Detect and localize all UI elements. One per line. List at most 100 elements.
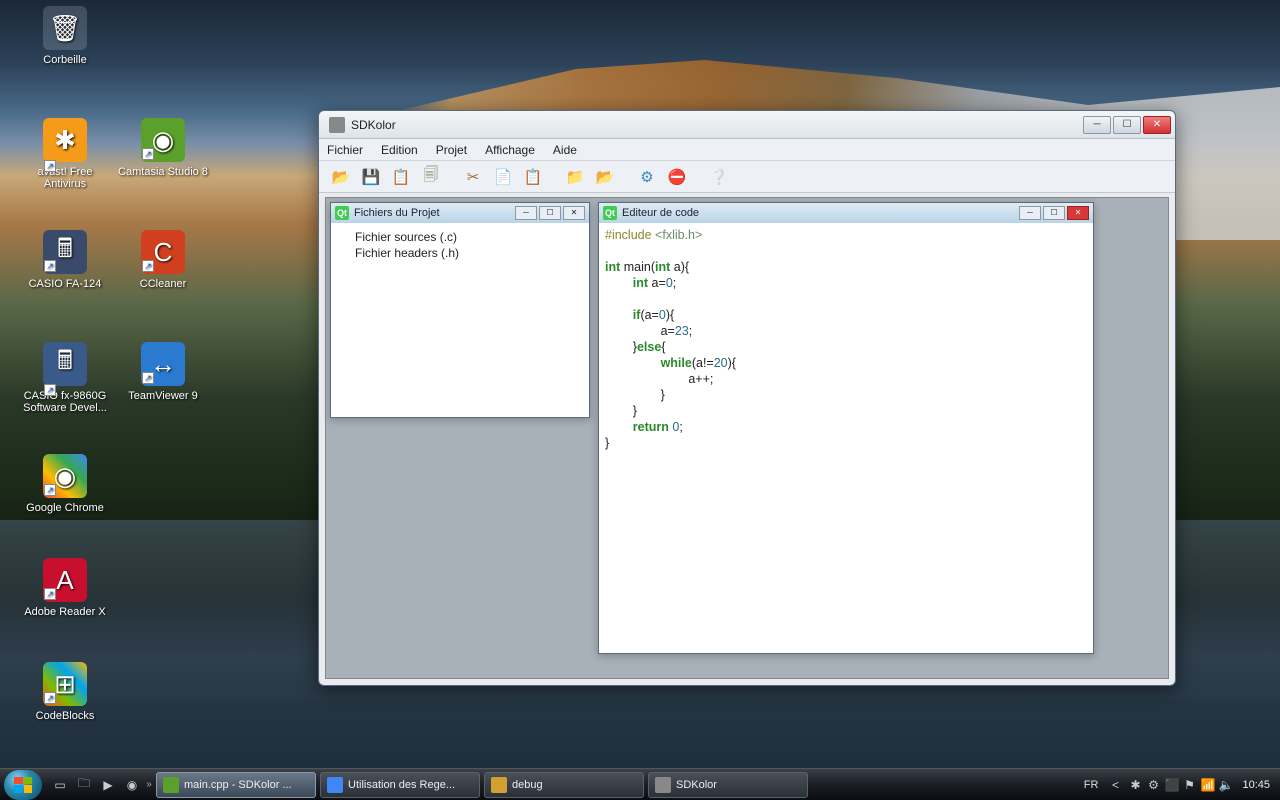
menu-fichier[interactable]: Fichier — [327, 143, 363, 157]
tray-icon-0[interactable]: ✱ — [1128, 778, 1142, 792]
desktop-icon-label: CodeBlocks — [20, 710, 110, 722]
shortcut-arrow-icon: ↗ — [142, 148, 154, 160]
desktop-icon-camtasia-studio-8[interactable]: ◉↗Camtasia Studio 8 — [118, 118, 208, 178]
menu-projet[interactable]: Projet — [436, 143, 467, 157]
menubar: Fichier Edition Projet Affichage Aide — [319, 139, 1175, 161]
desktop-icon-teamviewer-9[interactable]: ↔↗TeamViewer 9 — [118, 342, 208, 402]
taskbar-task-utilisation-des-rege[interactable]: Utilisation des Rege... — [320, 772, 480, 798]
task-label: debug — [512, 779, 543, 791]
app-icon: ✱ — [43, 118, 87, 162]
task-icon — [491, 777, 507, 793]
mdi-area: Qt Fichiers du Projet ─ ☐ ✕ Fichier sour… — [325, 197, 1169, 679]
language-indicator[interactable]: FR — [1084, 779, 1099, 791]
shortcut-arrow-icon: ↗ — [44, 588, 56, 600]
tray-icon-5[interactable]: 🔈 — [1218, 778, 1232, 792]
desktop-icon-codeblocks[interactable]: ⊞↗CodeBlocks — [20, 662, 110, 722]
editor-maximize-button[interactable]: ☐ — [1043, 206, 1065, 220]
quicklaunch-expand[interactable]: » — [144, 779, 154, 790]
cut-icon[interactable]: ✂ — [461, 165, 485, 189]
copy-icon[interactable]: 📄 — [491, 165, 515, 189]
clock[interactable]: 10:45 — [1242, 779, 1270, 791]
code-editor[interactable]: #include <fxlib.h> int main(int a){ int … — [599, 223, 1093, 455]
tray-expand-icon[interactable]: < — [1108, 778, 1122, 792]
app-icon — [329, 117, 345, 133]
menu-affichage[interactable]: Affichage — [485, 143, 535, 157]
tray-icon-4[interactable]: 📶 — [1200, 778, 1214, 792]
media-player-icon[interactable]: ▶ — [98, 775, 118, 795]
folder-add-icon[interactable]: 📁 — [563, 165, 587, 189]
desktop-icon-label: avast! Free Antivirus — [20, 166, 110, 190]
tray-icon-1[interactable]: ⚙ — [1146, 778, 1160, 792]
desktop-icon-label: CASIO fx-9860G Software Devel... — [20, 390, 110, 414]
system-tray: FR < ✱ ⚙ ⬛ ⚑ 📶 🔈 10:45 — [1084, 778, 1276, 792]
project-close-button[interactable]: ✕ — [563, 206, 585, 220]
project-panel-titlebar[interactable]: Qt Fichiers du Projet ─ ☐ ✕ — [331, 203, 589, 223]
desktop-icon-adobe-reader-x[interactable]: A↗Adobe Reader X — [20, 558, 110, 618]
task-label: main.cpp - SDKolor ... — [184, 779, 292, 791]
project-maximize-button[interactable]: ☐ — [539, 206, 561, 220]
close-button[interactable]: ✕ — [1143, 116, 1171, 134]
app-icon: 🗑 — [43, 6, 87, 50]
tray-icon-2[interactable]: ⬛ — [1164, 778, 1178, 792]
start-button[interactable] — [4, 770, 42, 800]
desktop-icon-label: Adobe Reader X — [20, 606, 110, 618]
desktop-icon-label: Corbeille — [20, 54, 110, 66]
desktop-icon-label: TeamViewer 9 — [118, 390, 208, 402]
tree-item-sources[interactable]: Fichier sources (.c) — [341, 229, 579, 245]
editor-close-button[interactable]: ✕ — [1067, 206, 1089, 220]
desktop-icon-avast-free-antivirus[interactable]: ✱↗avast! Free Antivirus — [20, 118, 110, 190]
task-label: Utilisation des Rege... — [348, 779, 455, 791]
desktop[interactable]: 🗑Corbeille✱↗avast! Free Antivirus◉↗Camta… — [0, 0, 1280, 800]
desktop-icon-casio-fa-124[interactable]: 🖩↗CASIO FA-124 — [20, 230, 110, 290]
qt-icon: Qt — [603, 206, 617, 220]
desktop-icon-corbeille[interactable]: 🗑 Corbeille — [20, 6, 110, 66]
editor-panel-titlebar[interactable]: Qt Editeur de code ─ ☐ ✕ — [599, 203, 1093, 223]
shortcut-arrow-icon: ↗ — [44, 260, 56, 272]
project-panel-title: Fichiers du Projet — [354, 207, 515, 219]
shortcut-arrow-icon: ↗ — [44, 384, 56, 396]
taskbar-task-sdkolor[interactable]: SDKolor — [648, 772, 808, 798]
desktop-icon-google-chrome[interactable]: ◉↗Google Chrome — [20, 454, 110, 514]
explorer-icon[interactable]: 🗀 — [74, 775, 94, 795]
gear-icon[interactable]: ⚙ — [635, 165, 659, 189]
shortcut-arrow-icon: ↗ — [142, 260, 154, 272]
taskbar: ▭🗀▶◉ » main.cpp - SDKolor ... Utilisation… — [0, 768, 1280, 800]
desktop-icon-casio-fx-9860g-software-[interactable]: 🖩↗CASIO fx-9860G Software Devel... — [20, 342, 110, 414]
desktop-icon-label: CCleaner — [118, 278, 208, 290]
save-icon[interactable]: 💾 — [359, 165, 383, 189]
taskbar-task-debug[interactable]: debug — [484, 772, 644, 798]
tree-item-headers[interactable]: Fichier headers (.h) — [341, 245, 579, 261]
task-icon — [327, 777, 343, 793]
desktop-icon-label: Camtasia Studio 8 — [118, 166, 208, 178]
task-icon — [163, 777, 179, 793]
taskbar-task-main-cpp-sdkolor-[interactable]: main.cpp - SDKolor ... — [156, 772, 316, 798]
windows-logo-icon — [14, 777, 32, 793]
open-icon[interactable]: 📂 — [329, 165, 353, 189]
show-desktop-icon[interactable]: ▭ — [50, 775, 70, 795]
project-minimize-button[interactable]: ─ — [515, 206, 537, 220]
paste-icon[interactable]: 📋 — [521, 165, 545, 189]
editor-panel-title: Editeur de code — [622, 207, 1019, 219]
minimize-button[interactable]: ─ — [1083, 116, 1111, 134]
menu-aide[interactable]: Aide — [553, 143, 577, 157]
app-icon: 🖩 — [43, 342, 87, 386]
notes-icon[interactable]: 📋 — [389, 165, 413, 189]
shortcut-arrow-icon: ↗ — [142, 372, 154, 384]
titlebar[interactable]: SDKolor ─ ☐ ✕ — [319, 111, 1175, 139]
task-icon — [655, 777, 671, 793]
folder-open-icon[interactable]: 📂 — [593, 165, 617, 189]
shortcut-arrow-icon: ↗ — [44, 692, 56, 704]
editor-minimize-button[interactable]: ─ — [1019, 206, 1041, 220]
window-title: SDKolor — [351, 118, 1083, 132]
chrome-icon[interactable]: ◉ — [122, 775, 142, 795]
desktop-icon-ccleaner[interactable]: C↗CCleaner — [118, 230, 208, 290]
help-icon[interactable]: ❔ — [707, 165, 731, 189]
project-files-panel: Qt Fichiers du Projet ─ ☐ ✕ Fichier sour… — [330, 202, 590, 418]
maximize-button[interactable]: ☐ — [1113, 116, 1141, 134]
desktop-icon-label: Google Chrome — [20, 502, 110, 514]
stop-icon[interactable]: ⛔ — [665, 165, 689, 189]
copy-all-icon[interactable]: 🗐 — [419, 165, 443, 189]
shortcut-arrow-icon: ↗ — [44, 160, 56, 172]
tray-icon-3[interactable]: ⚑ — [1182, 778, 1196, 792]
menu-edition[interactable]: Edition — [381, 143, 418, 157]
